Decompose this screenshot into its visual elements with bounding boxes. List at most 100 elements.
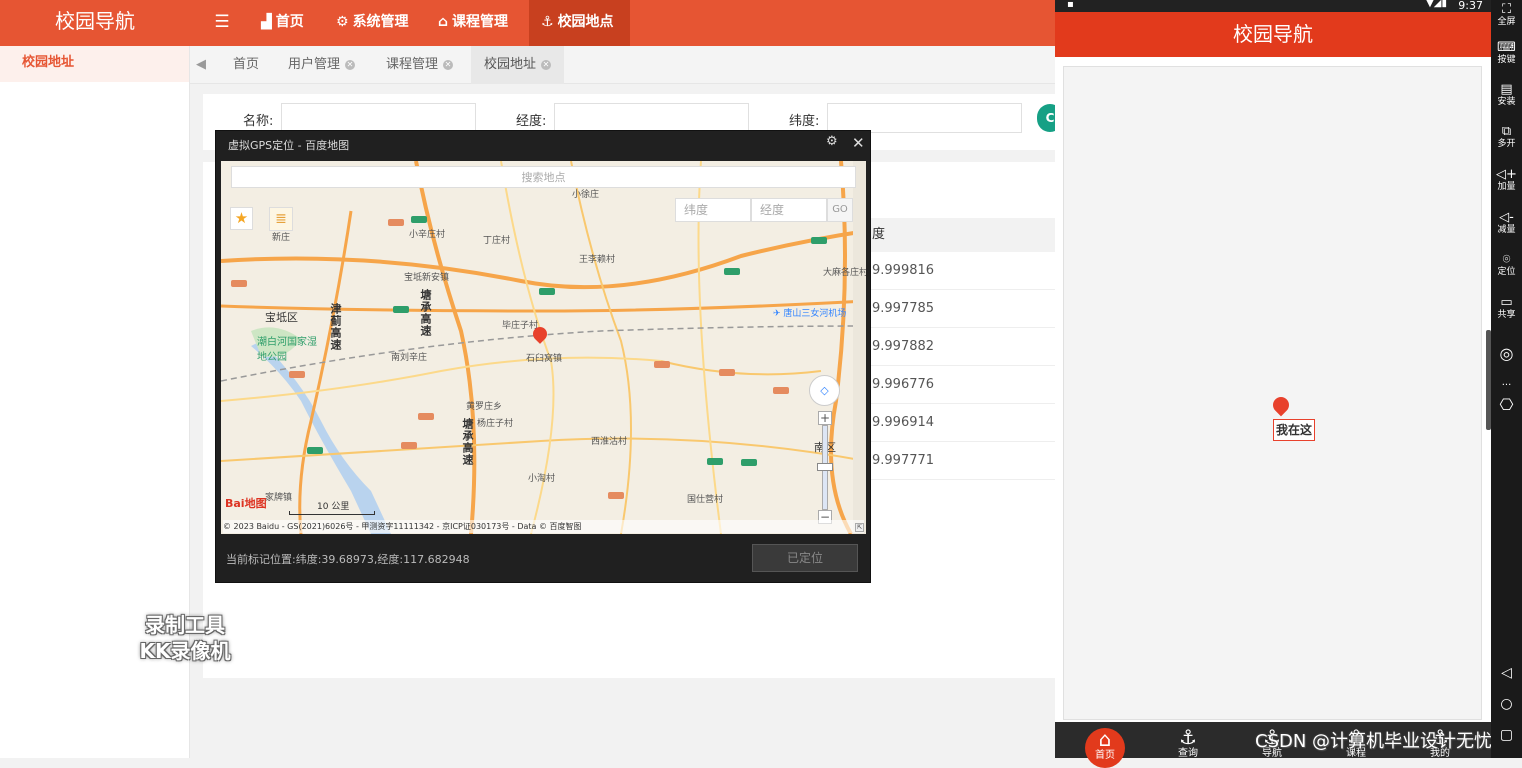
emu-location[interactable]: ⌾ 定位 [1491, 252, 1522, 278]
table-header-lat: 度 [868, 218, 1055, 252]
volume-down-icon: ◁- [1499, 210, 1514, 225]
map-label-village: 小徐庄 [572, 190, 600, 200]
star-icon[interactable]: ★ [230, 207, 253, 230]
table-cell-lat: 9.997785 [868, 290, 1055, 328]
highway-shield [539, 288, 555, 295]
nav-campus-location[interactable]: ⚓ 校园地点 [529, 0, 630, 46]
map-label-village: 王李赖村 [579, 255, 616, 265]
anchor-icon: ⚓ [541, 14, 554, 30]
nav-home[interactable]: ▟ 首页 [257, 0, 308, 46]
recent-apps-icon[interactable]: ▢ [1491, 727, 1522, 743]
close-icon[interactable]: ✕ [345, 59, 356, 70]
expand-icon[interactable]: ⇱ [855, 523, 864, 532]
apk-icon: ▤ [1500, 82, 1513, 97]
sidebar-item-campus-address[interactable]: 校园地址 [0, 46, 189, 82]
phone-tab-query-label: 查询 [1178, 748, 1198, 759]
lng-label: 经度: [516, 114, 547, 129]
map-label-village: 杨庄子村 [477, 419, 514, 429]
nav-course[interactable]: ⌂ 课程管理 [436, 0, 510, 46]
emu-volume-up[interactable]: ◁+ 加量 [1491, 167, 1522, 193]
tab-home[interactable]: 首页 [233, 46, 259, 84]
emu-fullscreen[interactable]: ⛶ 全屏 [1491, 2, 1522, 28]
table-cell-lat: 9.997771 [868, 442, 1055, 480]
lat-input[interactable] [827, 103, 1022, 133]
phone-tab-home-label: 首页 [1095, 750, 1115, 761]
map-search-input[interactable]: 搜索地点 [231, 166, 856, 188]
close-icon[interactable]: ✕ [541, 59, 552, 70]
dialog-title: 虚拟GPS定位 - 百度地图 [228, 139, 350, 152]
map-label-district: 宝坻区 [265, 311, 298, 324]
map-label-town: 黄罗庄乡 [466, 402, 503, 412]
menu-toggle-icon[interactable]: ☰ [205, 0, 239, 46]
highway-shield [289, 371, 305, 378]
home-icon: ⌂ [1098, 727, 1112, 751]
tab-home-label: 首页 [233, 57, 260, 72]
emu-volume-down[interactable]: ◁- 减量 [1491, 210, 1522, 236]
keyboard-icon: ⌨ [1497, 40, 1516, 55]
highway-shield [719, 369, 735, 376]
tab-course-mgmt[interactable]: 课程管理 ✕ [386, 46, 454, 84]
phone-screen: ▪ ▼◢▮ 9:37 校园导航 我在这 ⌂ 首页 ⚓ 查询 ⚓ 导航 ⚓ 课程 … [1055, 0, 1491, 768]
top-nav-bar: 校园导航 ☰ ▟ 首页 ⚙ 系统管理 ⌂ 课程管理 ⚓ 校园地点 [0, 0, 1055, 46]
located-button[interactable]: 已定位 [752, 544, 858, 572]
phone-tab-home[interactable]: ⌂ 首页 [1085, 728, 1125, 768]
back-icon[interactable]: ◁ [1491, 665, 1522, 681]
notification-icon: ▪ [1067, 0, 1074, 10]
go-button[interactable]: GO [827, 198, 853, 222]
highway-shield [707, 458, 723, 465]
nav-home-label: 首页 [275, 14, 304, 30]
home-circle-icon[interactable]: ○ [1491, 696, 1522, 712]
map-label-highway: 塘承高速 [419, 289, 432, 337]
zoom-in-button[interactable]: + [818, 411, 832, 425]
emu-multi[interactable]: ⧉ 多开 [1491, 124, 1522, 150]
map-label-highway: 塘承高速 [461, 418, 474, 466]
lng-input[interactable] [554, 103, 749, 133]
nav-campus-location-label: 校园地点 [557, 14, 614, 30]
settings-icon[interactable]: ⎔ [1491, 395, 1522, 414]
emu-volume-down-label: 减量 [1497, 225, 1516, 235]
close-icon[interactable]: ✕ [443, 59, 454, 70]
emu-keys-label: 按键 [1497, 55, 1516, 65]
map-label-village: 大麻各庄村 [823, 268, 866, 278]
phone-time: 9:37 [1458, 0, 1483, 12]
lat-label: 纬度: [789, 114, 820, 129]
emu-keys[interactable]: ⌨ 按键 [1491, 40, 1522, 66]
map-label-town: 宝坻新安镇 [404, 273, 450, 283]
map-label-village: 小辛庄村 [409, 230, 446, 240]
name-label: 名称: [243, 114, 274, 129]
screenshot-icon[interactable]: ◎ [1491, 344, 1522, 363]
tab-campus-address-label: 校园地址 [484, 57, 537, 72]
table-cell-lat: 9.997882 [868, 328, 1055, 366]
emu-share[interactable]: ▭ 共享 [1491, 295, 1522, 321]
table-cell-lat: 9.999816 [868, 252, 1055, 290]
csdn-watermark: CSDN @计算机毕业设计无忧 [1255, 731, 1493, 752]
lat-field[interactable]: 纬度 [675, 198, 751, 222]
nav-system[interactable]: ⚙ 系统管理 [334, 0, 411, 46]
map-label-town: 石臼窝镇 [526, 354, 563, 364]
phone-tab-query[interactable]: ⚓ 查询 [1168, 726, 1208, 760]
highway-shield [608, 492, 624, 499]
gps-dialog: 虚拟GPS定位 - 百度地图 ⚙ ✕ 搜索地点 ★ ≣ 纬度 经度 GO 宝坻区… [215, 130, 871, 583]
nav-system-label: 系统管理 [352, 14, 409, 30]
gear-icon[interactable]: ⚙ [826, 134, 838, 149]
layer-list-icon[interactable]: ≣ [269, 207, 293, 231]
emu-install[interactable]: ▤ 安装 [1491, 82, 1522, 108]
phone-map-view[interactable]: 我在这 [1063, 66, 1482, 720]
emu-share-label: 共享 [1497, 310, 1516, 320]
nav-course-label: 课程管理 [452, 14, 509, 30]
map-label-village: 丁庄村 [483, 236, 511, 246]
name-input[interactable] [281, 103, 476, 133]
multi-icon: ⧉ [1501, 124, 1512, 139]
table-cell-lat: 9.996776 [868, 366, 1055, 404]
app-logo: 校园导航 [55, 9, 135, 33]
zoom-slider-handle[interactable] [817, 463, 833, 471]
close-icon[interactable]: ✕ [852, 134, 865, 152]
pan-control-icon[interactable]: ◇ [809, 375, 840, 406]
lng-field[interactable]: 经度 [751, 198, 827, 222]
tab-user-mgmt[interactable]: 用户管理 ✕ [288, 46, 356, 84]
tab-campus-address[interactable]: 校园地址 ✕ [471, 46, 565, 84]
tabs-scroll-left-icon[interactable]: ◀ [196, 46, 212, 84]
baidu-map[interactable]: 搜索地点 ★ ≣ 纬度 经度 GO 宝坻区 南区 石臼窝镇 小辛庄村 丁庄村 王… [221, 161, 866, 534]
map-marker-icon[interactable] [1269, 393, 1293, 417]
more-icon[interactable]: ··· [1491, 380, 1522, 391]
